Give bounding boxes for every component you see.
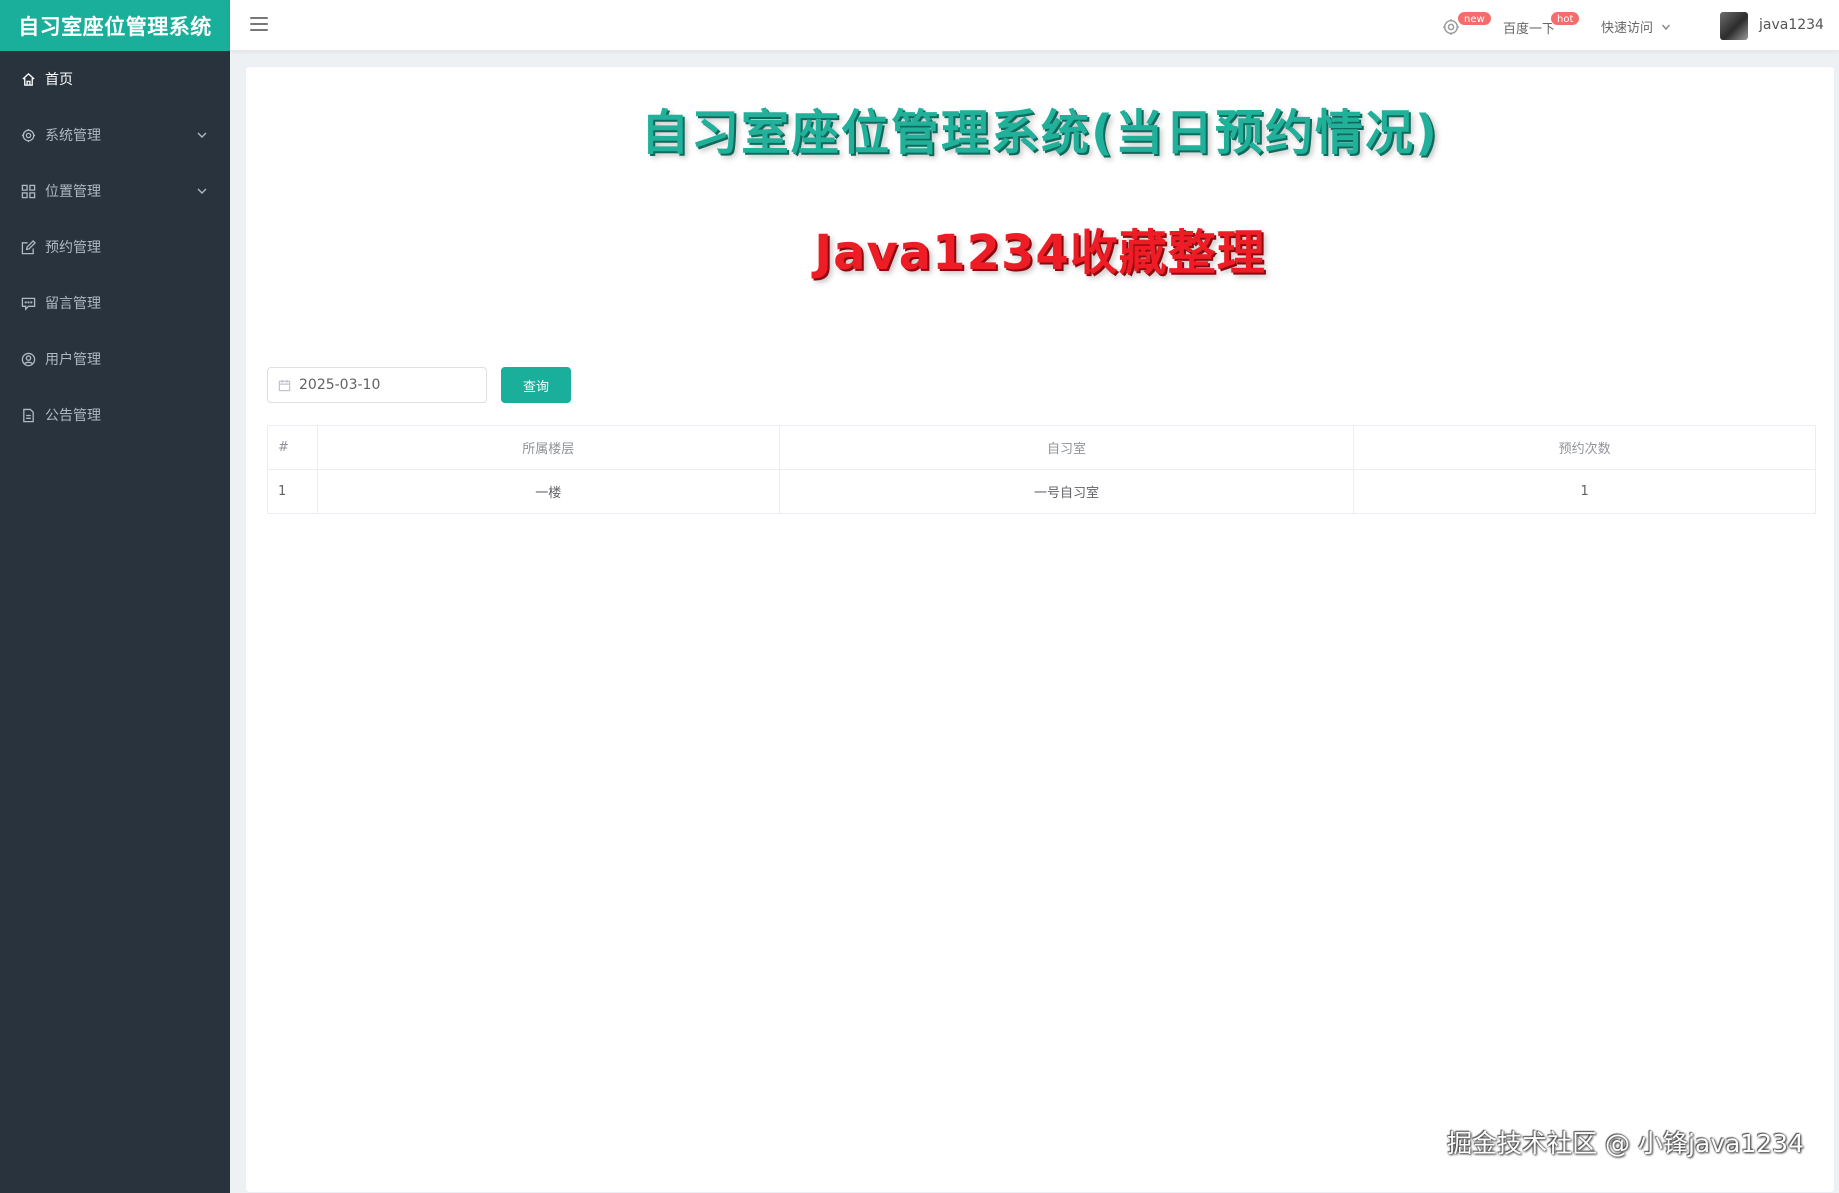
document-icon xyxy=(20,407,36,423)
gear-icon xyxy=(20,127,36,143)
page-subtitle: Java1234收藏整理 xyxy=(814,225,1266,281)
sidebar-item-seats[interactable]: 位置管理 xyxy=(0,163,230,219)
main-card: 自习室座位管理系统(当日预约情况) Java1234收藏整理 2025-03-1… xyxy=(245,66,1835,1193)
sidebar-item-label: 公告管理 xyxy=(45,408,101,424)
cell-count: 1 xyxy=(1353,469,1816,514)
sidebar-item-messages[interactable]: 留言管理 xyxy=(0,275,230,331)
query-button[interactable]: 查询 xyxy=(501,367,571,403)
column-header-count[interactable]: 预约次数 xyxy=(1353,425,1816,470)
username[interactable]: java1234 xyxy=(1759,17,1824,33)
table-header-row: # 所属楼层 自习室 预约次数 xyxy=(267,425,1816,470)
chevron-down-icon xyxy=(196,129,208,141)
cell-index: 1 xyxy=(267,469,318,514)
sidebar-item-label: 首页 xyxy=(45,72,73,88)
sidebar-item-notices[interactable]: 公告管理 xyxy=(0,387,230,443)
quick-access-label: 快速访问 xyxy=(1601,21,1654,36)
message-icon xyxy=(20,295,36,311)
grid-icon xyxy=(20,183,36,199)
sidebar-item-system[interactable]: 系统管理 xyxy=(0,107,230,163)
edit-icon xyxy=(20,239,36,255)
hot-badge: hot xyxy=(1550,11,1581,26)
sidebar-item-home[interactable]: 首页 xyxy=(0,51,230,107)
column-header-floor[interactable]: 所属楼层 xyxy=(317,425,780,470)
cell-floor: 一楼 xyxy=(317,469,780,514)
sidebar-item-label: 预约管理 xyxy=(45,240,101,256)
baidu-link[interactable]: 百度一下 xyxy=(1503,18,1555,37)
chevron-down-icon xyxy=(1661,24,1671,30)
sidebar-item-reservations[interactable]: 预约管理 xyxy=(0,219,230,275)
sidebar-item-users[interactable]: 用户管理 xyxy=(0,331,230,387)
sidebar-item-label: 留言管理 xyxy=(45,296,101,312)
watermark: 掘金技术社区 @ 小锋java1234 xyxy=(1447,1129,1804,1158)
sidebar-item-label: 系统管理 xyxy=(45,128,101,144)
user-icon xyxy=(20,351,36,367)
app-brand: 自习室座位管理系统 xyxy=(0,0,230,51)
top-header: new 百度一下 hot 快速访问 java1234 xyxy=(230,0,1839,51)
quick-access-dropdown[interactable]: 快速访问 xyxy=(1601,17,1671,36)
table-row[interactable]: 1 一楼 一号自习室 1 xyxy=(267,469,1816,514)
sidebar-item-label: 位置管理 xyxy=(45,184,101,200)
page-title: 自习室座位管理系统(当日预约情况) xyxy=(641,105,1439,161)
avatar[interactable] xyxy=(1720,12,1748,40)
chevron-down-icon xyxy=(196,185,208,197)
reservation-table: # 所属楼层 自习室 预约次数 1 一楼 一号自习室 1 xyxy=(267,425,1816,514)
column-header-index[interactable]: # xyxy=(267,425,318,470)
new-badge: new xyxy=(1457,11,1492,26)
home-icon xyxy=(20,71,36,87)
column-header-room[interactable]: 自习室 xyxy=(778,425,1355,470)
date-picker[interactable]: 2025-03-10 xyxy=(267,367,487,403)
cell-room: 一号自习室 xyxy=(778,469,1355,514)
calendar-icon xyxy=(278,379,291,391)
date-value: 2025-03-10 xyxy=(299,377,381,393)
sidebar-menu: 首页 系统管理 位置管理 预约管理 留言管理 用户管理 公告管理 xyxy=(0,51,230,443)
sidebar-item-label: 用户管理 xyxy=(45,352,101,368)
sidebar: 自习室座位管理系统 首页 系统管理 位置管理 预约管理 留言管理 用户管理 公告… xyxy=(0,0,230,1193)
menu-toggle-icon[interactable] xyxy=(250,17,268,33)
